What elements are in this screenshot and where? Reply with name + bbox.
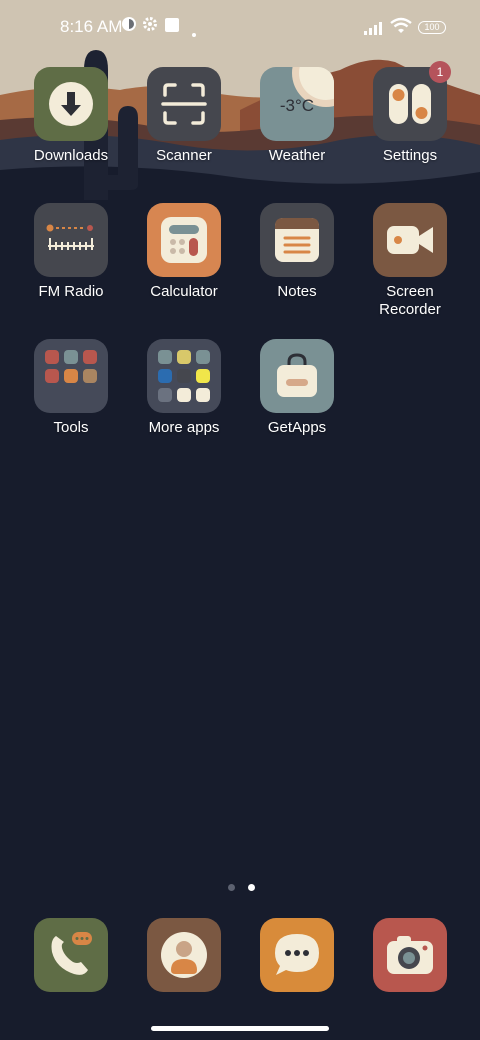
mini-app-icon — [177, 388, 191, 402]
video-camera-icon — [373, 203, 447, 277]
weather-temperature: -3°C — [279, 96, 315, 115]
phone-icon — [34, 918, 108, 992]
battery-indicator: 100 — [418, 21, 446, 34]
app-label: Tools — [53, 419, 89, 436]
page-dot-inactive[interactable] — [228, 884, 235, 891]
mini-app-icon — [45, 350, 59, 364]
mini-app-icon — [158, 369, 172, 383]
app-label: Settings — [382, 147, 438, 164]
app-label: Scanner — [156, 147, 212, 164]
notification-badge: 1 — [429, 61, 451, 83]
status-bar: 8:16 AM 100 — [0, 0, 480, 56]
mini-app-icon — [64, 369, 78, 383]
mini-app-icon — [158, 388, 172, 402]
mini-app-icon — [177, 350, 191, 364]
app-weather[interactable]: -3°C Weather — [241, 67, 353, 165]
app-label: Weather — [268, 147, 326, 164]
dock-camera[interactable] — [354, 918, 466, 992]
camera-icon — [373, 918, 447, 992]
mini-app-icon — [64, 350, 78, 364]
more-notifications-dot-icon — [192, 24, 196, 42]
gesture-navigation-bar[interactable] — [151, 1026, 329, 1031]
notification-square-icon — [164, 17, 180, 38]
folder-icon — [147, 339, 221, 413]
signal-icon — [364, 20, 386, 40]
mini-app-icon — [177, 369, 191, 383]
radio-icon — [34, 203, 108, 277]
weather-icon: -3°C — [260, 67, 334, 141]
contacts-icon — [147, 918, 221, 992]
app-calculator[interactable]: Calculator — [128, 203, 240, 301]
calculator-icon — [147, 203, 221, 277]
app-label: FM Radio — [38, 283, 104, 300]
mini-app-icon — [196, 388, 210, 402]
mini-app-icon — [83, 369, 97, 383]
notes-icon — [260, 203, 334, 277]
data-saver-icon — [121, 16, 137, 37]
app-notes[interactable]: Notes — [241, 203, 353, 301]
app-label: Calculator — [150, 283, 218, 300]
dock-phone[interactable] — [15, 918, 127, 992]
folder-icon — [34, 339, 108, 413]
app-label: Downloads — [33, 147, 109, 164]
page-indicator — [228, 878, 264, 896]
app-label: GetApps — [267, 419, 327, 436]
app-scanner[interactable]: Scanner — [128, 67, 240, 165]
scan-icon — [147, 67, 221, 141]
mini-app-icon — [196, 350, 210, 364]
mini-app-icon — [196, 369, 210, 383]
messages-icon — [260, 918, 334, 992]
mini-app-icon — [83, 350, 97, 364]
app-downloads[interactable]: Downloads — [15, 67, 127, 165]
app-label: Screen Recorder — [379, 283, 441, 318]
mini-app-icon — [45, 369, 59, 383]
settings-gear-icon — [142, 16, 158, 37]
app-label: Notes — [277, 283, 317, 300]
folder-tools[interactable]: Tools — [15, 339, 127, 437]
folder-more-apps[interactable]: More apps — [128, 339, 240, 437]
download-icon — [34, 67, 108, 141]
dock-messages[interactable] — [241, 918, 353, 992]
app-fm-radio[interactable]: FM Radio — [15, 203, 127, 301]
app-settings[interactable]: 1 Settings — [354, 61, 466, 165]
app-label: More apps — [148, 419, 220, 436]
mini-app-icon — [158, 350, 172, 364]
wifi-icon — [390, 17, 412, 40]
app-screen-recorder[interactable]: Screen Recorder — [354, 203, 466, 319]
page-dot-active[interactable] — [248, 884, 256, 891]
shopping-bag-icon — [260, 339, 334, 413]
app-getapps[interactable]: GetApps — [241, 339, 353, 437]
settings-icon: 1 — [373, 61, 451, 141]
dock-contacts[interactable] — [128, 918, 240, 992]
status-time: 8:16 AM — [60, 17, 123, 36]
